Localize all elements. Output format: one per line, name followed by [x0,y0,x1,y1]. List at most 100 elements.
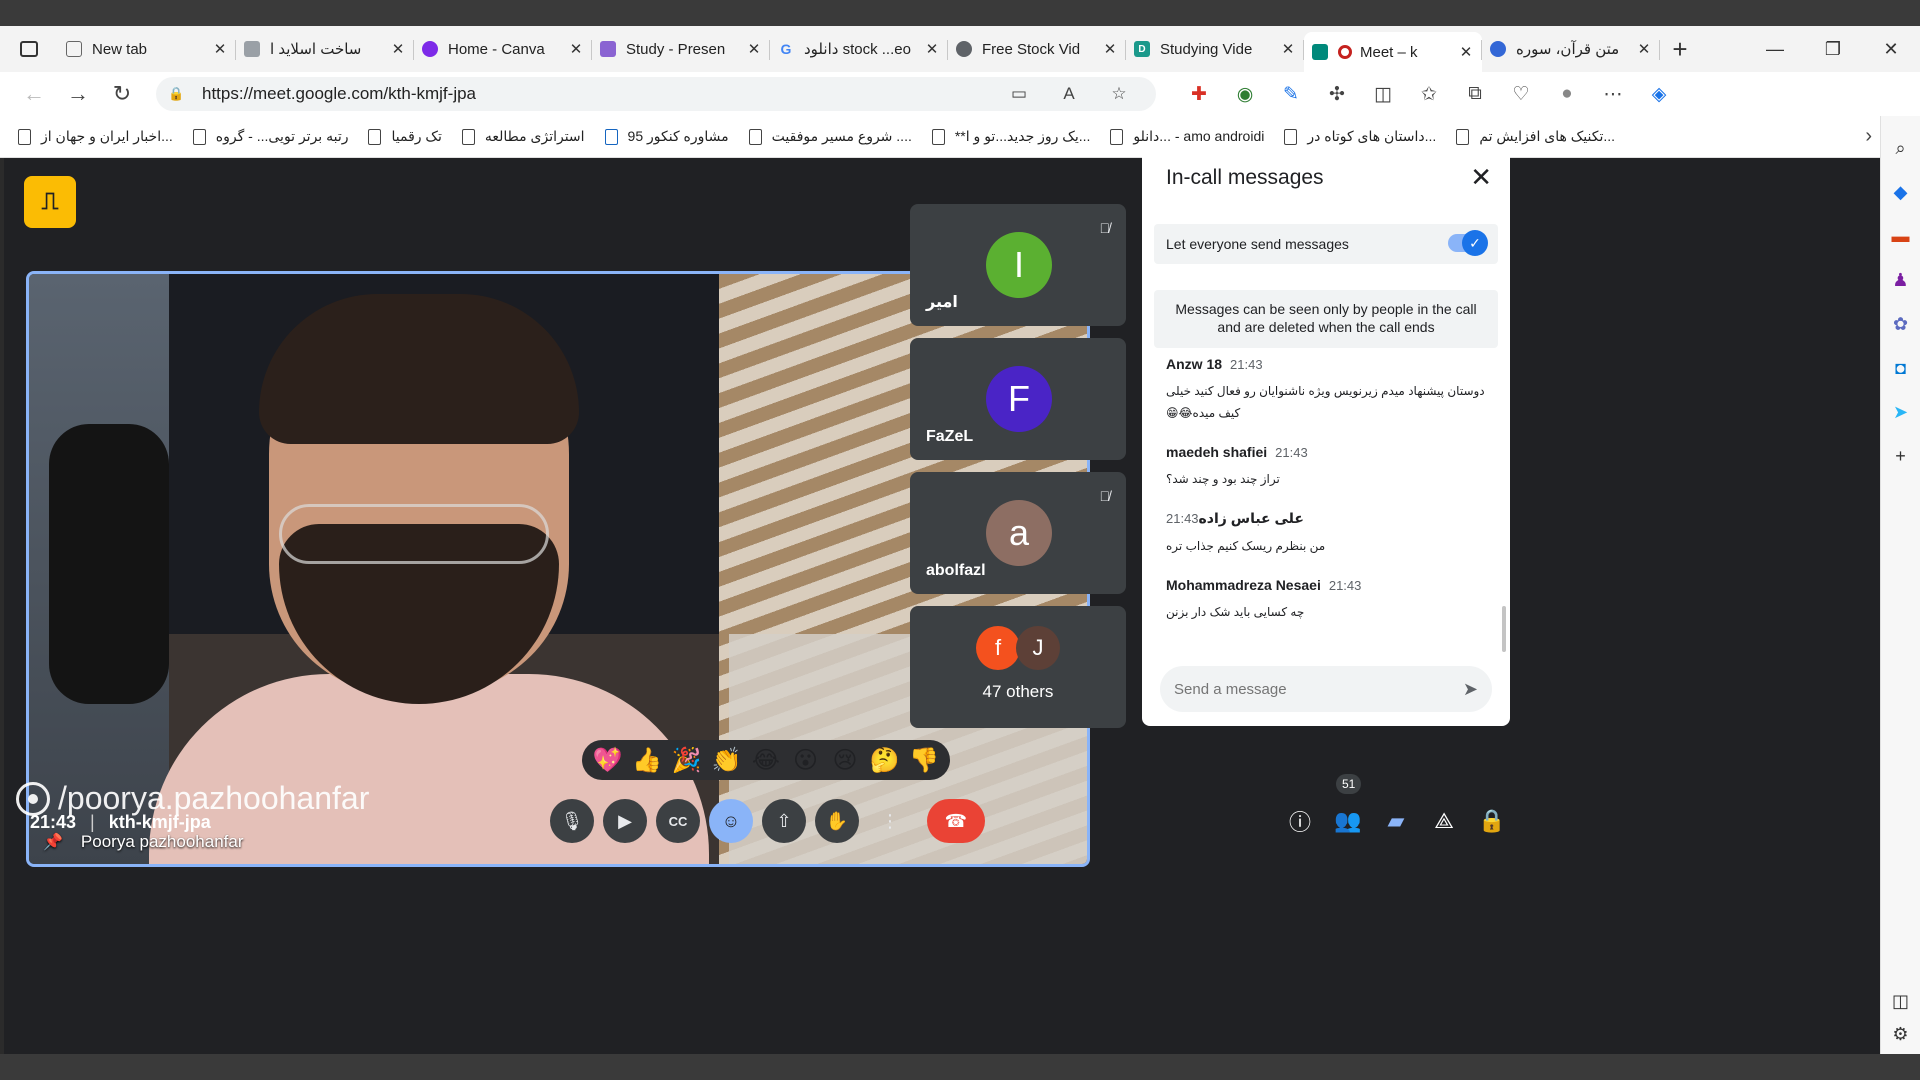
favorites-icon[interactable]: ✩ [1406,83,1452,106]
tab-0[interactable]: New tab ✕ [58,32,236,66]
tab-close-icon[interactable]: ✕ [746,40,762,58]
bookmark-item[interactable]: استراتژی مطالعه [461,128,585,145]
allow-messages-toggle[interactable] [1448,230,1488,256]
reaction-sad-icon[interactable]: 😢 [829,746,861,775]
close-window-icon[interactable]: ✕ [1862,39,1920,60]
reaction-thumbs-up-icon[interactable]: 👍 [631,746,663,775]
reaction-clap-icon[interactable]: 👏 [710,746,742,775]
games-icon[interactable]: ♟ [1890,269,1912,291]
url-text[interactable]: https://meet.google.com/kth-kmjf-jpa [202,84,994,104]
globe-extension-icon[interactable]: ◉ [1222,83,1268,106]
tab-close-icon[interactable]: ✕ [1102,40,1118,58]
profile-avatar-icon[interactable]: ● [1544,83,1590,105]
settings-gear-icon[interactable]: ⚙ [1890,1023,1912,1045]
tab-8[interactable]: متن قرآن، سوره ✕ [1482,32,1660,66]
activities-icon[interactable]: ⟁ [1420,798,1468,844]
outlook-icon[interactable]: ◘ [1890,357,1912,379]
extension-red-icon[interactable]: ✚ [1176,83,1222,106]
forward-arrow-icon[interactable]: → [56,81,100,107]
tab-7-active[interactable]: Meet – k ✕ [1304,32,1482,72]
avatar: F [986,366,1052,432]
tab-favicon-icon [422,41,438,57]
lock-icon[interactable]: 🔒 [168,86,188,102]
others-tile[interactable]: f J 47 others [910,606,1126,728]
read-aloud-icon[interactable]: A [1044,84,1094,104]
meeting-details-icon[interactable]: ⓘ [1276,798,1324,844]
reaction-surprised-icon[interactable]: 😮 [790,746,822,775]
tab-close-icon[interactable]: ✕ [568,40,584,58]
minimize-icon[interactable]: — [1746,39,1804,60]
reaction-laugh-icon[interactable]: 😂 [750,746,782,775]
tab-5[interactable]: Free Stock Vid ✕ [948,32,1126,66]
camera-icon[interactable]: ▭ [994,84,1044,104]
restore-icon[interactable]: ❐ [1804,39,1862,60]
sidebar-toggle-icon[interactable]: ◫ [1890,990,1912,1012]
tab-close-icon[interactable]: ✕ [212,40,228,58]
extensions-puzzle-icon[interactable]: ✣ [1314,83,1360,106]
bookmark-item[interactable]: تک رقمیا [368,128,442,145]
bookmark-item[interactable]: دانلو... - amo androidi [1110,128,1264,145]
chat-button[interactable]: ▰ [1372,798,1420,844]
browser-essentials-icon[interactable]: ♡ [1498,83,1544,106]
bookmark-item[interactable]: مشاوره کنکور 95 [604,128,729,145]
shopping-tag-icon[interactable]: ◆ [1890,181,1912,203]
pin-icon[interactable]: 📌 [43,832,63,852]
bookmark-item[interactable]: رتبه برتر تویی... - گروه [192,128,348,145]
copilot-icon[interactable]: ◈ [1636,83,1682,106]
close-icon[interactable]: ✕ [1470,162,1492,193]
tab-close-icon[interactable]: ✕ [1636,40,1652,58]
send-icon[interactable]: ➤ [1463,679,1478,700]
split-screen-icon[interactable]: ◫ [1360,83,1406,106]
tab-6[interactable]: D Studying Vide ✕ [1126,32,1304,66]
add-icon[interactable]: + [1890,445,1912,467]
tab-close-icon[interactable]: ✕ [1280,40,1296,58]
present-button[interactable]: ⇧ [762,799,806,843]
search-icon[interactable]: ⌕ [1890,137,1912,159]
tab-close-icon[interactable]: ✕ [924,40,940,58]
send-message-input[interactable] [1174,680,1463,698]
favorite-star-icon[interactable]: ☆ [1094,84,1144,104]
message-list[interactable]: Anzw 18 21:43 دوستان پیشنهاد میدم زیرنویس… [1166,356,1486,642]
tools-briefcase-icon[interactable]: ▬ [1890,225,1912,247]
reaction-thumbs-down-icon[interactable]: 👎 [908,746,940,775]
participant-tile[interactable]: F FaZeL [910,338,1126,460]
url-field[interactable]: 🔒 https://meet.google.com/kth-kmjf-jpa ▭… [156,77,1156,111]
tab-close-icon[interactable]: ✕ [390,40,406,58]
telegram-icon[interactable]: ➤ [1890,401,1912,423]
refresh-icon[interactable]: ↻ [100,81,144,107]
chat-scrollbar[interactable] [1502,606,1506,652]
more-options-button[interactable]: ⋮ [868,799,912,843]
reaction-party-icon[interactable]: 🎉 [671,746,703,775]
tab-1[interactable]: ساخت اسلاید ا ✕ [236,32,414,66]
camera-button[interactable]: ▶ [603,799,647,843]
reaction-thinking-icon[interactable]: 🤔 [869,746,901,775]
collections-icon[interactable]: ⧉ [1452,83,1498,105]
more-options-icon[interactable]: ⋯ [1590,83,1636,106]
tab-3[interactable]: Study - Presen ✕ [592,32,770,66]
participant-tile[interactable]: 🎙̸ a abolfazl [910,472,1126,594]
tab-close-icon[interactable]: ✕ [1458,43,1474,61]
chevron-right-icon[interactable]: › [1865,125,1872,148]
raise-hand-button[interactable]: ✋ [815,799,859,843]
host-controls-icon[interactable]: 🔒 [1468,798,1516,844]
meet-door-icon[interactable]: ⎍ [24,176,76,228]
bookmark-item[interactable]: **یک روز جدید...تو و ا... [931,128,1090,145]
participant-tile[interactable]: 🎙̸ I امیر [910,204,1126,326]
emoji-button[interactable]: ☺ [709,799,753,843]
bookmark-item[interactable]: اخبار ایران و جهان از... [18,128,173,145]
tab-2[interactable]: Home - Canva ✕ [414,32,592,66]
bookmark-item[interactable]: داستان های کوتاه در... [1284,128,1436,145]
leave-call-button[interactable]: ☎ [927,799,985,843]
tab-4[interactable]: G دانلود stock ...eo ✕ [770,32,948,66]
reaction-heart-icon[interactable]: 💖 [592,746,624,775]
bookmark-item[interactable]: تکنیک های افزایش تم... [1456,128,1615,145]
microphone-button[interactable]: 🎙 [550,799,594,843]
people-button[interactable]: 👥 51 [1324,774,1372,844]
new-tab-button[interactable]: + [1660,34,1700,65]
captions-button[interactable]: CC [656,799,700,843]
office-icon[interactable]: ✿ [1890,313,1912,335]
back-arrow-icon[interactable]: ← [12,81,56,107]
bookmark-item[interactable]: شروع مسیر موفقیت .... [748,128,912,145]
tab-actions-button[interactable] [0,26,58,72]
pen-extension-icon[interactable]: ✎ [1268,83,1314,106]
